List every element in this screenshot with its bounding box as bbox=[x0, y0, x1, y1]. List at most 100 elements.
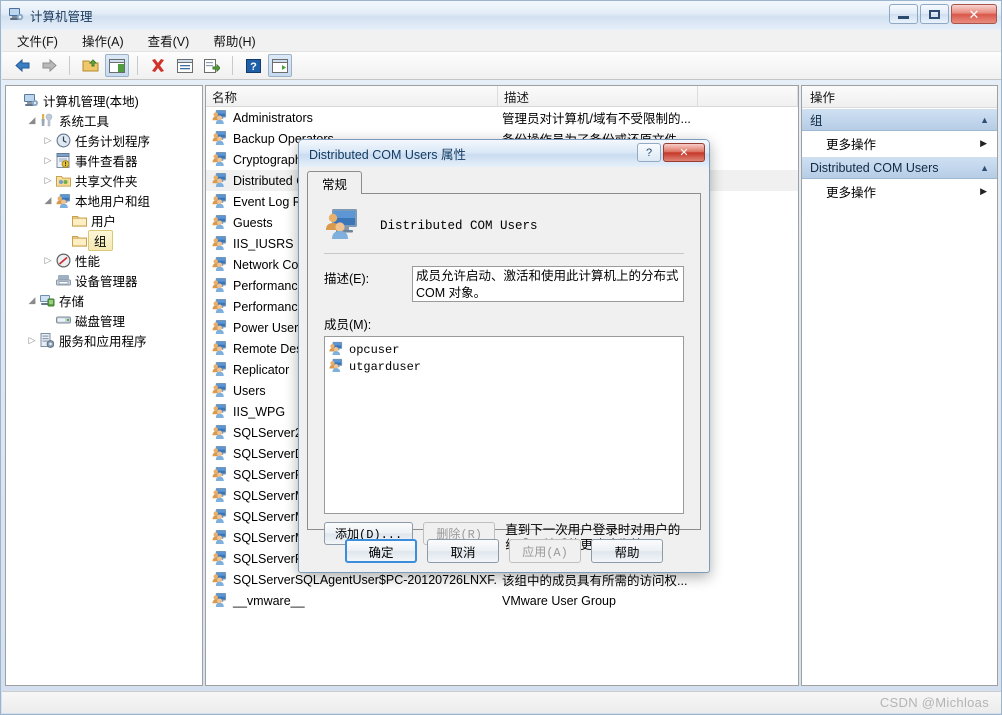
tree-node-label: 磁盘管理 bbox=[75, 314, 126, 329]
maximize-button[interactable] bbox=[920, 4, 949, 24]
description-label: 描述(E): bbox=[324, 272, 370, 286]
action-more-actions-dcom[interactable]: 更多操作 ▶ bbox=[802, 179, 997, 204]
forward-icon[interactable] bbox=[37, 54, 61, 77]
column-extra[interactable] bbox=[698, 86, 798, 106]
expand-arrow-icon[interactable]: ▷ bbox=[42, 155, 54, 166]
window-titlebar: 计算机管理 ✕ bbox=[1, 1, 1001, 29]
tree-node[interactable]: 用户 bbox=[6, 210, 202, 230]
tree-node[interactable]: 计算机管理(本地) bbox=[6, 90, 202, 110]
table-row[interactable]: __vmware__ VMware User Group bbox=[206, 590, 798, 611]
tree-node[interactable]: ▷ 共享文件夹 bbox=[6, 170, 202, 190]
show-tree-icon[interactable] bbox=[105, 54, 129, 77]
up-folder-icon[interactable] bbox=[78, 54, 102, 77]
tree-node-label: 事件查看器 bbox=[75, 154, 138, 169]
row-name-text: __vmware__ bbox=[233, 593, 305, 608]
show-action-pane-icon[interactable] bbox=[268, 54, 292, 77]
tree-node[interactable]: ▷ 服务和应用程序 bbox=[6, 330, 202, 350]
menu-action[interactable]: 操作(A) bbox=[79, 29, 127, 52]
tree-node[interactable]: 设备管理器 bbox=[6, 270, 202, 290]
chevron-up-icon[interactable]: ▲ bbox=[980, 163, 989, 173]
user-icon bbox=[329, 341, 347, 359]
chevron-up-icon[interactable]: ▲ bbox=[980, 115, 989, 125]
description-input[interactable]: 成员允许启动、激活和使用此计算机上的分布式 COM 对象。 bbox=[412, 266, 684, 302]
action-group-dcom[interactable]: Distributed COM Users ▲ bbox=[802, 156, 997, 179]
group-icon bbox=[212, 298, 230, 316]
tree-node[interactable]: ▷ 事件查看器 bbox=[6, 150, 202, 170]
dialog-close-button[interactable]: ✕ bbox=[663, 143, 705, 162]
delete-icon[interactable] bbox=[146, 54, 170, 77]
computer-management-icon bbox=[8, 6, 24, 25]
action-more-actions-groups[interactable]: 更多操作 ▶ bbox=[802, 131, 997, 156]
expand-arrow-icon[interactable]: ▷ bbox=[42, 135, 54, 146]
close-button[interactable]: ✕ bbox=[951, 4, 997, 24]
expand-arrow-icon[interactable]: ▷ bbox=[26, 335, 38, 346]
minimize-button[interactable] bbox=[889, 4, 918, 24]
member-item[interactable]: opcuser bbox=[329, 341, 683, 358]
description-row: 描述(E): 成员允许启动、激活和使用此计算机上的分布式 COM 对象。 bbox=[308, 254, 700, 302]
disk-management-icon bbox=[54, 314, 72, 326]
tree-node-label: 共享文件夹 bbox=[75, 174, 138, 189]
device-manager-icon bbox=[54, 274, 72, 287]
action-group-label: Distributed COM Users bbox=[810, 160, 939, 175]
row-name-text: IIS_IUSRS bbox=[233, 236, 294, 251]
group-icon bbox=[212, 529, 230, 547]
group-icon bbox=[212, 109, 230, 127]
tree-node-label: 计算机管理(本地) bbox=[43, 94, 139, 109]
storage-icon bbox=[38, 293, 56, 307]
menu-file[interactable]: 文件(F) bbox=[14, 29, 61, 52]
cancel-button[interactable]: 取消 bbox=[427, 539, 499, 563]
menu-help[interactable]: 帮助(H) bbox=[210, 29, 258, 52]
dialog-body: 常规 Distributed COM Users 描述(E): 成员允许启动、激… bbox=[307, 171, 701, 552]
properties-icon[interactable] bbox=[173, 54, 197, 77]
group-icon bbox=[212, 382, 230, 400]
action-group-groups[interactable]: 组 ▲ bbox=[802, 108, 997, 131]
tree-node-label: 设备管理器 bbox=[75, 274, 138, 289]
help-button[interactable]: 帮助 bbox=[591, 539, 663, 563]
back-icon[interactable] bbox=[10, 54, 34, 77]
group-icon bbox=[324, 208, 358, 243]
group-icon bbox=[212, 424, 230, 442]
export-list-icon[interactable] bbox=[200, 54, 224, 77]
column-name[interactable]: 名称 bbox=[206, 86, 498, 106]
toolbar-separator bbox=[232, 56, 233, 75]
menu-view[interactable]: 查看(V) bbox=[145, 29, 193, 52]
services-icon bbox=[38, 332, 56, 348]
table-row[interactable]: Administrators 管理员对计算机/域有不受限制的... bbox=[206, 107, 798, 128]
actions-pane: 操作 组 ▲ 更多操作 ▶ Distributed COM Users ▲ 更多操作 ▶ bbox=[801, 85, 998, 686]
console-tree-pane: 计算机管理(本地) ◢ 系统工具 ▷ 任务计划程序 ▷ 事件查看器 ▷ 共享文件夹 ◢ 本地用户和组… bbox=[5, 85, 203, 686]
tree-node-label: 组 bbox=[88, 229, 113, 251]
actions-list: 组 ▲ 更多操作 ▶ Distributed COM Users ▲ 更多操作 ▶ bbox=[802, 108, 997, 204]
group-icon bbox=[212, 256, 230, 274]
tree-node[interactable]: ▷ 性能 bbox=[6, 250, 202, 270]
group-icon bbox=[212, 487, 230, 505]
help-icon[interactable]: ? bbox=[241, 54, 265, 77]
tree-node-label: 服务和应用程序 bbox=[59, 334, 147, 349]
tree-node[interactable]: 磁盘管理 bbox=[6, 310, 202, 330]
tree-node[interactable]: 组 bbox=[6, 229, 202, 251]
tree-node[interactable]: ◢ 本地用户和组 bbox=[6, 190, 202, 210]
dialog-help-button[interactable]: ? bbox=[637, 143, 661, 162]
tab-general[interactable]: 常规 bbox=[307, 171, 363, 194]
members-listbox[interactable]: opcuser utgarduser bbox=[324, 336, 684, 514]
collapse-arrow-icon[interactable]: ◢ bbox=[26, 295, 38, 306]
group-icon bbox=[212, 172, 230, 190]
tree-node[interactable]: ▷ 任务计划程序 bbox=[6, 130, 202, 150]
menubar: 文件(F) 操作(A) 查看(V) 帮助(H) bbox=[2, 30, 1001, 52]
ok-button[interactable]: 确定 bbox=[345, 539, 417, 563]
clock-icon bbox=[54, 133, 72, 148]
tree-node[interactable]: ◢ 存储 bbox=[6, 290, 202, 310]
tree-node-label: 性能 bbox=[75, 254, 101, 269]
collapse-arrow-icon[interactable]: ◢ bbox=[42, 195, 54, 206]
group-icon bbox=[212, 235, 230, 253]
tree-node-label: 系统工具 bbox=[59, 114, 110, 129]
expand-arrow-icon[interactable]: ▷ bbox=[42, 255, 54, 266]
column-description[interactable]: 描述 bbox=[498, 86, 698, 106]
expand-arrow-icon[interactable]: ▷ bbox=[42, 175, 54, 186]
group-icon bbox=[212, 445, 230, 463]
collapse-arrow-icon[interactable]: ◢ bbox=[26, 115, 38, 126]
row-name-text: Administrators bbox=[233, 110, 313, 125]
close-icon: ✕ bbox=[968, 6, 980, 22]
tree-node[interactable]: ◢ 系统工具 bbox=[6, 110, 202, 130]
member-item[interactable]: utgarduser bbox=[329, 358, 683, 375]
row-name-text: Guests bbox=[233, 215, 273, 230]
